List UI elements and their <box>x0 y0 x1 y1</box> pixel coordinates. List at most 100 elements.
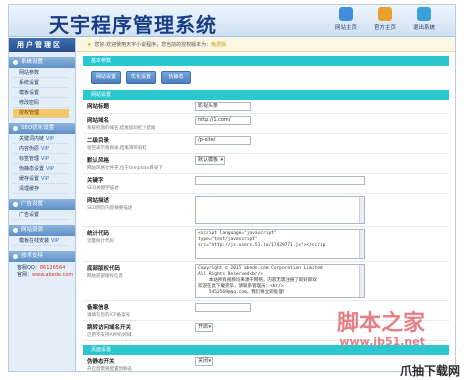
field-hint: SEO关键字描述 <box>87 186 119 191</box>
textarea-scrollbar[interactable] <box>359 230 364 258</box>
tab-button-1[interactable]: 优化设置 <box>126 71 156 84</box>
select-dropdown[interactable]: 默认模板 <box>195 156 225 165</box>
field-hint: 网站底部版权信息 <box>87 274 123 279</box>
field-hint: 流量统计代码 <box>87 239 114 244</box>
sidebar-item[interactable]: 修改密码 <box>13 99 69 108</box>
textarea-scrollbar[interactable] <box>359 197 364 223</box>
sidebar-item[interactable]: 授权管理 <box>13 109 69 118</box>
field-label-group: 二级目录 留空表示根目录,结尾请带斜杠 <box>83 134 195 153</box>
sidebar-item[interactable]: 模板设置 <box>13 89 69 98</box>
form-row: 伪静态开关 开启后需要配置伪静态 关闭 <box>83 355 449 372</box>
field-value: <script language="javascript" type="text… <box>198 231 326 248</box>
textarea[interactable]: <script language="javascript" type="text… <box>195 229 365 259</box>
field-value: 开启 <box>198 324 209 330</box>
tab-button-2[interactable]: 伪静态 <box>161 71 191 84</box>
sidebar-item[interactable]: 标签管理 VIP <box>13 155 69 164</box>
logout-icon <box>417 7 431 21</box>
textarea[interactable] <box>195 196 365 224</box>
form-row: 关键字 SEO关键字描述 <box>83 174 449 194</box>
field-label: 伪静态开关 <box>87 359 115 365</box>
sidebar-item-label: 网站参数 <box>19 70 40 76</box>
select-dropdown[interactable]: 开启 <box>195 323 213 332</box>
sidebar-item[interactable]: 内容伪原 VIP <box>13 145 69 154</box>
sidebar-section-4[interactable]: 技术支持 <box>9 251 75 262</box>
field-hint: 开启后需要配置伪静态 <box>87 367 132 372</box>
section-header-basic: 基本参数 <box>83 56 449 66</box>
field-control: <script language="javascript" type="text… <box>195 227 449 261</box>
sidebar-item-label: 模板在线安装 <box>19 238 50 244</box>
tab-button-0[interactable]: 网站设置 <box>91 71 121 84</box>
sidebar: 用户管理区 系统设置 网站参数 系统设置 模板设置 修改密码 授权管理 SEO优化设置 关键词… <box>9 38 76 371</box>
sidebar-item[interactable]: 网站参数 <box>13 69 69 78</box>
sidebar-item[interactable]: 伪静态设置 VIP <box>13 165 69 174</box>
field-value: http://1.com/ <box>198 117 231 123</box>
sidebar-section-0[interactable]: 系统设置 <box>9 57 75 68</box>
text-input[interactable] <box>195 176 365 185</box>
sidebar-item-label: 内容伪原 <box>19 146 40 152</box>
field-control: 默认模板 <box>195 154 449 173</box>
header-link-2[interactable]: 退出系统 <box>409 7 439 31</box>
select-dropdown[interactable]: 关闭 <box>195 357 213 366</box>
header-link-1[interactable]: 官方主页 <box>370 7 400 31</box>
form-row: 网站描述 SEO网页内容摘要描述 <box>83 194 449 227</box>
field-control: Copyright © 2015 abede.com Corporation L… <box>195 262 449 300</box>
field-hint: 系统检测的域名,结尾加斜杠'/'结尾 <box>87 126 156 131</box>
text-input[interactable]: /p-site/ <box>195 136 251 145</box>
vip-badge: VIP <box>46 136 54 142</box>
sidebar-item[interactable]: 缓存设置 VIP <box>13 175 69 184</box>
textarea-scrollbar[interactable] <box>359 265 364 297</box>
form-row: 二级目录 留空表示根目录,结尾请带斜杠/p-site/ <box>83 134 449 154</box>
sidebar-sections: 系统设置 网站参数 系统设置 模板设置 修改密码 授权管理 SEO优化设置 关键词内链 VIP 内… <box>9 57 75 262</box>
field-label-group: 伪静态开关开启后需要配置伪静态 <box>83 355 195 372</box>
sidebar-item[interactable]: 模板在线安装 VIP <box>13 237 69 246</box>
sidebar-item-label: 模板设置 <box>19 90 40 96</box>
text-input[interactable] <box>195 303 251 312</box>
qq-number[interactable]: 86126564 <box>40 265 65 271</box>
field-value: 影视头条 <box>198 103 219 109</box>
vip-badge: VIP <box>41 176 49 182</box>
field-label: 默认风格 <box>87 158 110 164</box>
field-label-group: 关键字 SEO关键字描述 <box>83 174 195 193</box>
sidebar-section-2[interactable]: 广告设置 <box>9 199 75 210</box>
field-label-group: 网站描述 SEO网页内容摘要描述 <box>83 194 195 226</box>
text-input[interactable]: http://1.com/ <box>195 116 251 125</box>
vip-badge: VIP <box>51 238 59 244</box>
site-link[interactable]: www.abede.com <box>32 272 73 278</box>
form-row: 统计代码 流量统计代码 <script language="javascript" … <box>83 227 449 262</box>
header-bar: 天宇程序管理系统 网站主页 官方主页 退出系统 <box>9 5 455 37</box>
field-label: 网站域名 <box>87 118 110 124</box>
header-link-label: 网站主页 <box>334 25 357 31</box>
field-hint: 请填写您的ICP备案号 <box>87 313 131 318</box>
site-label: 官网： <box>17 272 33 278</box>
watermark-corner: 爪抽下载网 <box>399 364 460 378</box>
form-row: 默认风格 网站风格文件夹,位于template目录下 默认模板 <box>83 154 449 174</box>
field-label-group: 统计代码 流量统计代码 <box>83 227 195 261</box>
field-value: Copyright © 2015 abede.com Corporation L… <box>198 266 323 295</box>
sidebar-item[interactable]: 清理缓存 <box>13 185 69 194</box>
app-window: 天宇程序管理系统 网站主页 官方主页 退出系统 用户管理区 系统设置 网站参数 系统设置… <box>8 4 456 372</box>
field-label-group: 网站标题 <box>83 100 195 113</box>
textarea[interactable]: Copyright © 2015 abede.com Corporation L… <box>195 264 365 298</box>
sidebar-item-label: 关键词内链 <box>19 136 45 142</box>
sidebar-item[interactable]: 广告设置 <box>13 211 69 220</box>
qq-label: 客服QQ： <box>17 265 40 271</box>
watermark-url: www.jb51.net <box>339 335 425 348</box>
header-link-0[interactable]: 网站主页 <box>331 7 361 31</box>
text-input[interactable]: 影视头条 <box>195 102 251 111</box>
field-label: 网站描述 <box>87 198 110 204</box>
header-link-label: 退出系统 <box>412 25 435 31</box>
notice-bar: ★ 您好,欢迎使用天宇小说程序，您当前的授权版本为：免费版 <box>77 38 455 52</box>
field-control <box>195 174 449 193</box>
field-value: /p-site/ <box>198 137 216 143</box>
field-label-group: 网站域名系统检测的域名,结尾加斜杠'/'结尾 <box>83 114 195 133</box>
sidebar-item[interactable]: 系统设置 <box>13 79 69 88</box>
sidebar-section-3[interactable]: 网站资源 <box>9 225 75 236</box>
field-value: 关闭 <box>198 358 209 364</box>
field-label-group: 跳转访问域名开关 启用不支持APP的跨域 <box>83 321 195 340</box>
field-label: 网站标题 <box>87 104 110 110</box>
sidebar-item-label: 清理缓存 <box>19 186 40 192</box>
sidebar-section-1[interactable]: SEO优化设置 <box>9 123 75 134</box>
home-icon <box>339 7 353 21</box>
field-label: 备案信息 <box>87 305 110 311</box>
sidebar-item[interactable]: 关键词内链 VIP <box>13 135 69 144</box>
